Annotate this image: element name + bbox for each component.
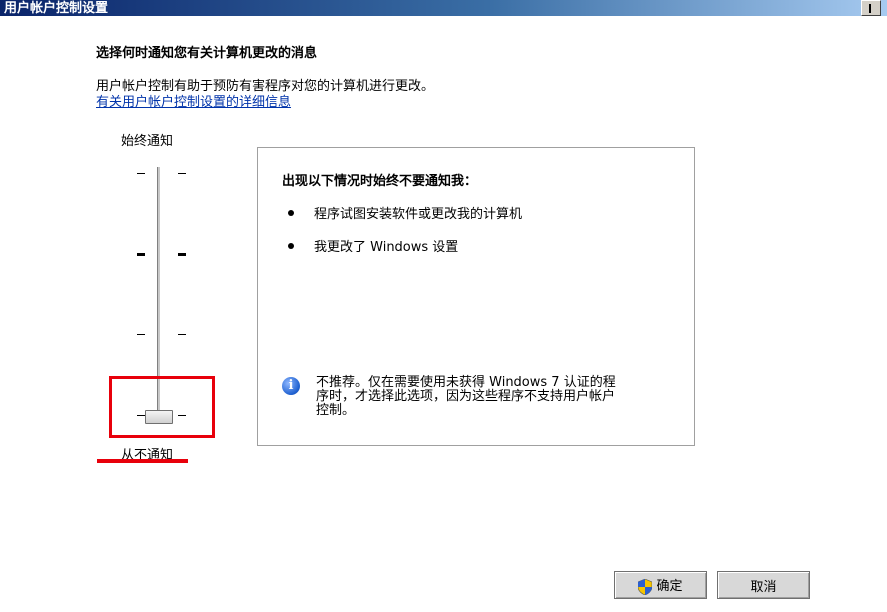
highlight-underline	[97, 459, 188, 463]
slider-tick	[137, 253, 145, 256]
description-panel: 出现以下情况时始终不要通知我： 程序试图安装软件或更改我的计算机 我更改了 Wi…	[257, 147, 695, 446]
info-icon: i	[282, 377, 300, 395]
note-line: 不推荐。仅在需要使用未获得 Windows 7 认证的程	[316, 375, 616, 390]
cancel-button-label: 取消	[750, 579, 777, 595]
ok-button[interactable]: 确定	[614, 571, 707, 599]
title-bar: 用户帐户控制设置	[0, 0, 887, 16]
note-line: 控制。	[316, 403, 356, 418]
window-title: 用户帐户控制设置	[4, 1, 109, 16]
slider-tick	[178, 334, 186, 335]
slider-top-label: 始终通知	[121, 134, 174, 149]
panel-bullet-text: 我更改了 Windows 设置	[314, 240, 459, 255]
control-glyph-icon	[869, 4, 871, 13]
slider-tick	[178, 173, 186, 174]
bullet-icon	[288, 243, 294, 249]
cancel-button[interactable]: 取消	[717, 571, 810, 599]
panel-bullet-text: 程序试图安装软件或更改我的计算机	[314, 207, 523, 222]
slider-tick	[137, 173, 145, 174]
slider-tick	[137, 334, 145, 335]
window-control-button[interactable]	[861, 0, 881, 16]
slider-tick	[178, 253, 186, 256]
panel-note: 不推荐。仅在需要使用未获得 Windows 7 认证的程 序时，才选择此选项，因…	[316, 376, 666, 418]
highlight-box	[109, 376, 215, 438]
bullet-icon	[288, 210, 294, 216]
note-line: 序时，才选择此选项，因为这些程序不支持用户帐户	[316, 389, 616, 404]
ok-button-label: 确定	[656, 579, 683, 595]
panel-title: 出现以下情况时始终不要通知我：	[282, 174, 478, 189]
uac-help-link[interactable]: 有关用户帐户控制设置的详细信息	[96, 91, 291, 110]
page-heading: 选择何时通知您有关计算机更改的消息	[96, 46, 318, 61]
uac-shield-icon	[638, 578, 653, 595]
